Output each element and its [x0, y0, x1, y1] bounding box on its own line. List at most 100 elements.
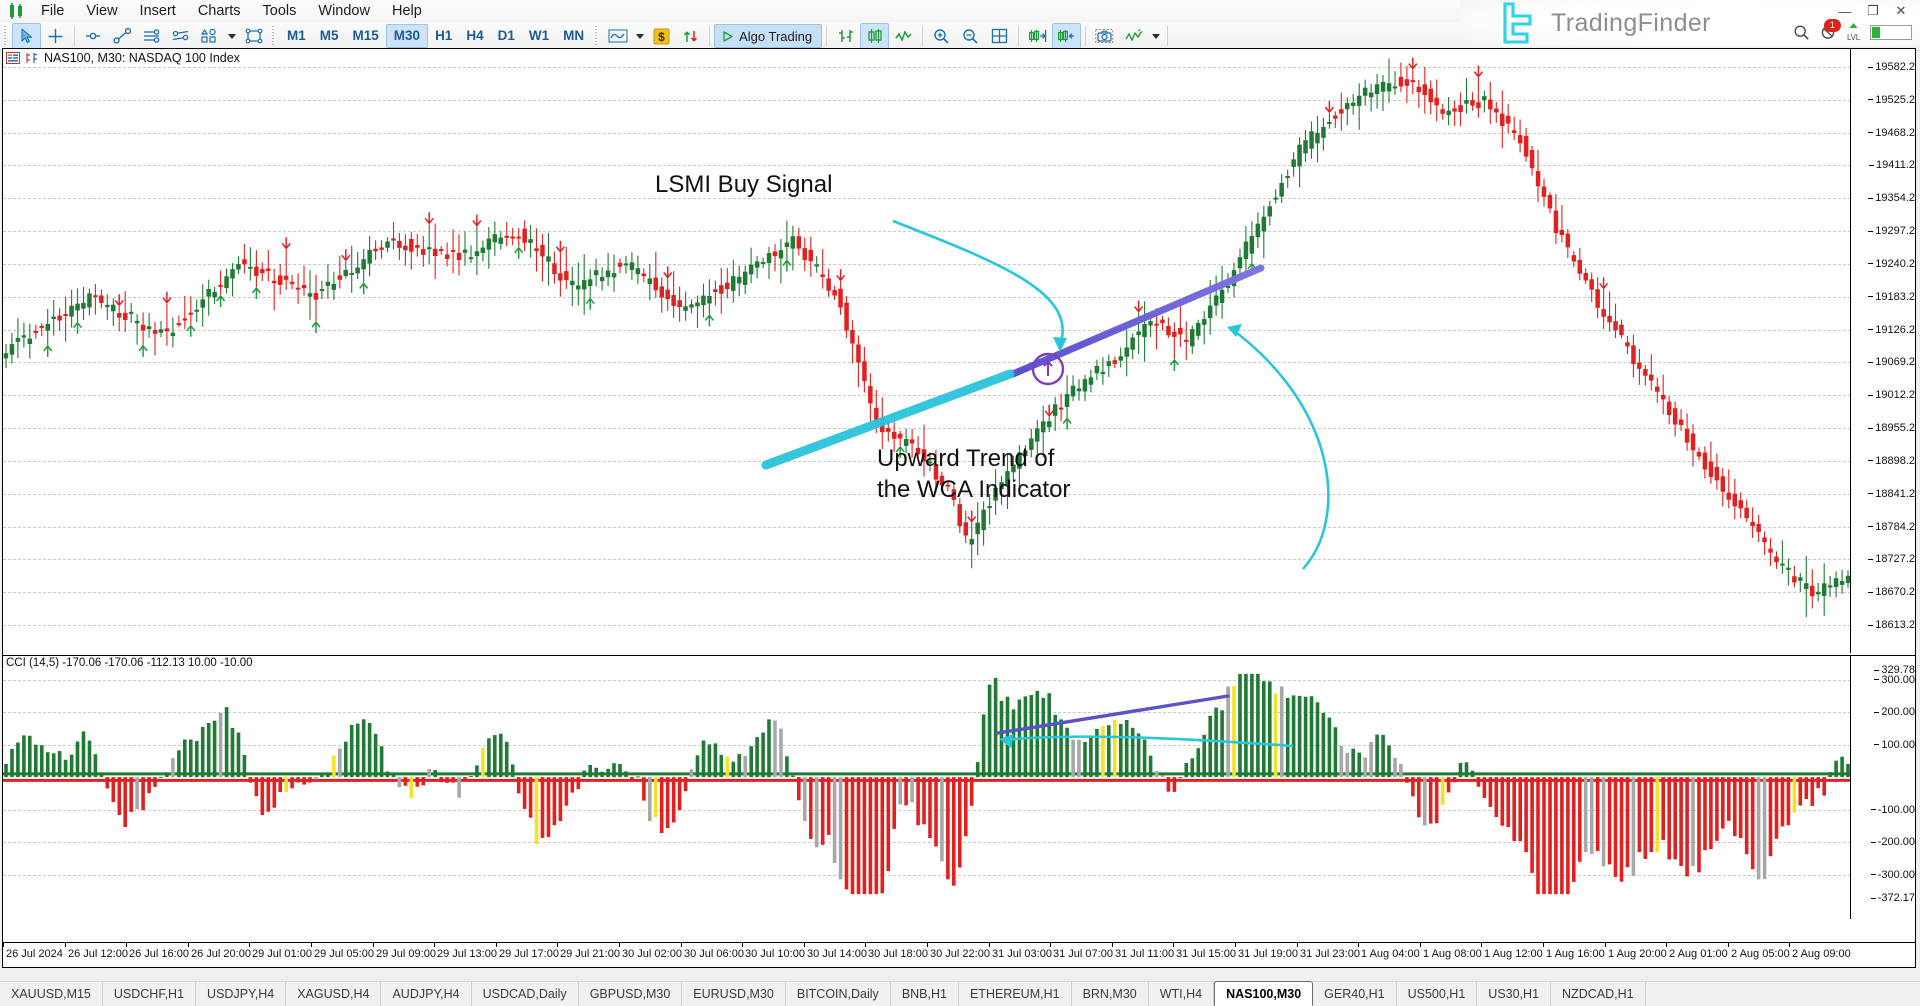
cursor-icon [21, 28, 32, 43]
chart-tab-active[interactable]: NAS100,M30 [1214, 981, 1314, 1006]
menu-item-charts[interactable]: Charts [187, 0, 252, 22]
chart-tab[interactable]: GBPUSD,M30 [579, 982, 683, 1006]
annotation-wca-upward-trend: Upward Trend of the WCA Indicator [877, 444, 1070, 505]
timeframe-m15[interactable]: M15 [346, 25, 386, 47]
cci-indicator-pane[interactable]: CCI (14,5) -170.06 -170.06 -112.13 10.00… [3, 655, 1915, 919]
shapes-dropdown-button[interactable] [224, 23, 239, 49]
zoom-out-icon [963, 28, 978, 44]
search-icon [1794, 24, 1809, 40]
wca-annotation-arrow-price [1227, 324, 1330, 570]
chart-tab[interactable]: ETHEREUM,H1 [959, 982, 1072, 1006]
equidistant-channel-tool-button[interactable] [137, 23, 166, 49]
zoom-out-button[interactable] [956, 23, 985, 49]
chart-tab[interactable]: WTI,H4 [1149, 982, 1215, 1006]
candlestick-chart-button[interactable] [860, 23, 890, 49]
objects-tool-button[interactable] [239, 23, 268, 49]
time-tick: 26 Jul 20:00 [188, 943, 251, 965]
price-tick: 19468.2 [1868, 127, 1915, 139]
shift-end-button[interactable] [1023, 23, 1052, 49]
toolbar-separator [74, 26, 75, 46]
chart-tab[interactable]: BRN,M30 [1072, 982, 1149, 1006]
grid-button[interactable] [985, 23, 1014, 49]
chart-tab[interactable]: EURUSD,M30 [682, 982, 786, 1006]
indicator-tick: 100.00 [1874, 739, 1915, 751]
crosshair-icon [48, 28, 63, 43]
minimize-button[interactable]: — [1832, 2, 1858, 20]
indicator-tick: -200.00 [1870, 836, 1915, 848]
zoom-in-button[interactable] [927, 23, 956, 49]
trendline-tool-button[interactable] [108, 23, 137, 49]
indicators-button[interactable] [1119, 23, 1148, 49]
screenshot-button[interactable] [1090, 23, 1119, 49]
connection-status-bar[interactable] [1870, 24, 1912, 40]
chart-tab[interactable]: XAGUSD,H4 [286, 982, 382, 1006]
time-tick: 29 Jul 01:00 [249, 943, 312, 965]
chart-tabs-bar: XAUUSD,M15 USDCHF,H1 USDJPY,H4 XAGUSD,H4 AUD… [0, 981, 1920, 1006]
line-chart-button[interactable] [889, 23, 918, 49]
menu-item-file[interactable]: File [30, 0, 75, 22]
timeframe-h4[interactable]: H4 [459, 25, 490, 47]
indicators-dropdown-button[interactable] [1148, 23, 1163, 49]
shapes-icon [200, 28, 216, 43]
chart-tab[interactable]: BNB,H1 [891, 982, 959, 1006]
chevron-down-icon [227, 33, 236, 39]
bar-chart-button[interactable] [831, 23, 860, 49]
chart-tab[interactable]: NZDCAD,H1 [1551, 982, 1646, 1006]
indicator-scale[interactable]: 329.78 300.00 200.00 100.00 -100.00 -200.00 -3… [1850, 656, 1915, 919]
chart-tab[interactable]: US30,H1 [1477, 982, 1552, 1006]
toolbar-grip-timeframes[interactable] [271, 26, 276, 46]
chart-tab[interactable]: GER40,H1 [1313, 982, 1397, 1006]
time-tick: 31 Jul 19:00 [1235, 943, 1298, 965]
time-axis[interactable]: 26 Jul 2024 26 Jul 12:00 26 Jul 16:00 26 Ju… [3, 942, 1915, 967]
algo-trading-button[interactable]: Algo Trading [714, 24, 823, 48]
level-indicator[interactable]: LVL [1847, 22, 1860, 42]
templates-dropdown-button[interactable] [632, 23, 647, 49]
price-tick: 19354.2 [1868, 192, 1915, 204]
chart-tab[interactable]: XAUUSD,M15 [0, 982, 103, 1006]
price-pane[interactable]: 19582.2 19525.2 19468.2 19411.2 19354.2 19297… [3, 49, 1915, 653]
timeframe-h1[interactable]: H1 [428, 25, 459, 47]
auto-scroll-button[interactable] [1052, 23, 1082, 49]
close-button[interactable]: ✕ [1888, 2, 1914, 20]
menu-item-window[interactable]: Window [307, 0, 381, 22]
chart-tab[interactable]: AUDJPY,H4 [381, 982, 472, 1006]
time-tick: 1 Aug 08:00 [1420, 943, 1482, 965]
search-button[interactable] [1793, 24, 1810, 41]
timeframe-m1[interactable]: M1 [280, 25, 313, 47]
menu-item-view[interactable]: View [75, 0, 128, 22]
menu-item-insert[interactable]: Insert [129, 0, 187, 22]
toolbar-grip[interactable] [3, 26, 8, 46]
chart-tab[interactable]: USDCHF,H1 [103, 982, 197, 1006]
shapes-tool-button[interactable] [195, 23, 224, 49]
crosshair-tool-button[interactable] [41, 23, 70, 49]
timeframe-mn[interactable]: MN [556, 25, 591, 47]
templates-button[interactable] [603, 23, 632, 49]
fibonacci-tool-button[interactable] [166, 23, 195, 49]
menu-item-help[interactable]: Help [381, 0, 433, 22]
shift-end-icon [1029, 30, 1047, 42]
time-tick: 30 Jul 02:00 [619, 943, 682, 965]
cursor-tool-button[interactable] [12, 23, 41, 49]
time-tick: 2 Aug 09:00 [1789, 943, 1851, 965]
timeframe-w1[interactable]: W1 [522, 25, 556, 47]
price-tick: 18613.2 [1868, 619, 1915, 631]
chart-tab[interactable]: USDCAD,Daily [472, 982, 579, 1006]
chart-tab[interactable]: US500,H1 [1397, 982, 1478, 1006]
timeframe-m5[interactable]: M5 [313, 25, 346, 47]
vertical-line-tool-button[interactable] [79, 23, 108, 49]
timeframe-m30[interactable]: M30 [385, 24, 429, 48]
price-scale[interactable]: 19582.2 19525.2 19468.2 19411.2 19354.2 19297… [1850, 49, 1915, 653]
chart-tab[interactable]: USDJPY,H4 [196, 982, 287, 1006]
timeframe-d1[interactable]: D1 [491, 25, 522, 47]
restore-button[interactable]: ❐ [1860, 2, 1886, 20]
notifications-button[interactable]: 1 [1820, 18, 1841, 41]
toolbar-separator [826, 26, 828, 46]
chart-window[interactable]: NAS100, M30: NASDAQ 100 Index 19582.2 19… [2, 48, 1916, 968]
chart-tab[interactable]: BITCOIN,Daily [786, 982, 891, 1006]
new-order-button[interactable]: $ [647, 23, 676, 49]
menu-item-tools[interactable]: Tools [252, 0, 308, 22]
toolbar-grip-trade[interactable] [594, 26, 600, 46]
trade-direction-button[interactable] [676, 23, 705, 49]
time-tick: 26 Jul 2024 [3, 943, 63, 965]
indicator-wave-icon [1125, 28, 1143, 42]
